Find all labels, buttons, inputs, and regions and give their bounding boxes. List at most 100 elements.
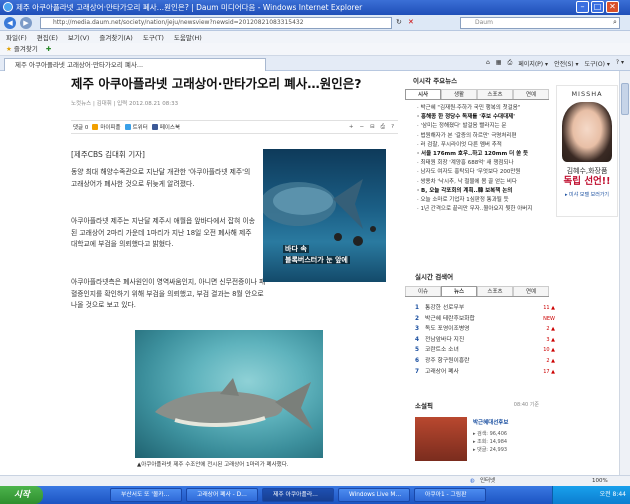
- tab-sports[interactable]: 스포츠: [477, 89, 513, 99]
- article-byline: 노컷뉴스 | 김대휘 | 입력 2012.08.21 08:33: [71, 101, 179, 107]
- task-button-active[interactable]: 제주 아쿠아플라…: [262, 488, 334, 502]
- address-input[interactable]: http://media.daum.net/society/nation/jej…: [40, 17, 392, 29]
- news-item[interactable]: · 러 검찰, 푸시라이엇 다른 멤버 추적: [417, 141, 561, 150]
- window-title: 제주 아쿠아플라넷 고래상어·만타가오리 폐사…원인은? | Daum 미디어다…: [16, 3, 363, 12]
- tools-menu[interactable]: 도구(O) ▾: [585, 59, 610, 68]
- favorites-label[interactable]: 즐겨찾기: [14, 45, 38, 53]
- top-news-heading: 이시각 주요뉴스: [413, 77, 458, 85]
- rank-item[interactable]: 3 독도 포영이조병영 2 ▲: [415, 324, 555, 335]
- menu-edit[interactable]: 편집(E): [37, 32, 58, 42]
- tab-life[interactable]: 생활: [441, 89, 477, 99]
- menu-tools[interactable]: 도구(T): [143, 32, 164, 42]
- forward-button[interactable]: ▶: [20, 17, 32, 29]
- mypeople-button[interactable]: 마이피플: [92, 123, 121, 131]
- zoom-level[interactable]: 100%: [592, 476, 608, 486]
- search-icon[interactable]: ⌕: [613, 18, 617, 27]
- home-icon[interactable]: ⌂: [486, 59, 490, 68]
- tab-entertain2[interactable]: 연예: [513, 286, 549, 296]
- menu-view[interactable]: 보기(V): [68, 32, 89, 42]
- rank-item[interactable]: 6 광주 항구원이흥란 2 ▲: [415, 356, 555, 367]
- tab-news[interactable]: 뉴스: [441, 286, 477, 296]
- refresh-icon[interactable]: ↻: [396, 18, 402, 26]
- rank-item[interactable]: 5 코란트소 소녀 10 ▲: [415, 345, 555, 356]
- photo2-caption: ▲아쿠아플라넷 제주 수조안에 전시된 고래상어 1마리가 폐사했다.: [137, 462, 289, 468]
- article-paragraph-3: 아쿠아플라넷측은 폐사원인이 영역싸움인지, 아니면 신무전증이나 패혈증인지를…: [71, 278, 266, 309]
- news-item[interactable]: · 쌍용차 '낙시추, 낙 철물에 몸 끌 얻는 비다: [417, 178, 561, 187]
- minimize-button[interactable]: –: [576, 1, 589, 13]
- help-menu[interactable]: ? ▾: [616, 59, 624, 68]
- news-item[interactable]: · B, 오늘 각포회의 계획..韓 보복책 논의: [417, 187, 561, 196]
- news-item[interactable]: · 홍해종 한 정당수 독재를 '후보 수대대제': [417, 113, 561, 122]
- zone-text: 인터넷: [480, 478, 496, 484]
- news-item[interactable]: · 1년 간격으로 끝리만 무자..뭘아요지 뭣한 아버지: [417, 205, 561, 214]
- novel-thumbnail[interactable]: [415, 417, 467, 461]
- tab-sisa[interactable]: 시사: [405, 89, 441, 99]
- ad-brand: MISSHA: [571, 90, 603, 98]
- print-icon[interactable]: ⎙: [507, 59, 512, 68]
- star-icon[interactable]: ★: [6, 45, 12, 53]
- task-button[interactable]: 부산서도 또 '몰카…: [110, 488, 182, 502]
- back-button[interactable]: ◀: [4, 17, 16, 29]
- clock[interactable]: 오전 8:44: [600, 491, 626, 498]
- whale-shark-photo: [135, 330, 323, 458]
- menu-help[interactable]: 도움말(H): [174, 32, 202, 42]
- realtime-search-heading: 실시간 검색어: [415, 273, 454, 281]
- facebook-icon: [151, 124, 158, 130]
- news-item[interactable]: · 남자도 여자도 홍탁되다 '무엇보다 200만원: [417, 168, 561, 177]
- tab-bar: 제주 아쿠아플라넷 고래상어·만타가오리 폐사... ⌂ ▦ ⎙ 페이지(P) …: [0, 56, 630, 71]
- email-button[interactable]: ⊟: [370, 124, 375, 131]
- status-bar: ◍ 인터넷 100%: [0, 475, 630, 486]
- tab-entertain[interactable]: 연예: [513, 89, 549, 99]
- ad-model-image: [562, 102, 612, 162]
- font-larger-button[interactable]: +: [349, 124, 354, 131]
- address-toolbar: ◀ ▶ http://media.daum.net/society/nation…: [0, 15, 630, 31]
- news-item[interactable]: · 법원해자가 본 '갈증의 하르만' 극명처리편: [417, 132, 561, 141]
- whale-shark-figure: [155, 378, 313, 430]
- safety-menu[interactable]: 안전(S) ▾: [554, 59, 578, 68]
- search-input[interactable]: Daum: [460, 17, 620, 29]
- missha-ad[interactable]: MISSHA 김혜수,화장품 독립 선언!! ▸ 미샤 모델 보러가기: [556, 85, 618, 217]
- tab-active[interactable]: 제주 아쿠아플라넷 고래상어·만타가오리 폐사...: [4, 58, 266, 71]
- maximize-button[interactable]: □: [591, 1, 604, 13]
- font-smaller-button[interactable]: −: [359, 124, 364, 131]
- ad-photo-aquarium[interactable]: 바다 속 블록버스터가 눈 앞에: [263, 149, 386, 282]
- close-button[interactable]: ✕: [606, 1, 619, 13]
- start-button[interactable]: 시작: [0, 486, 43, 504]
- mypeople-icon: [92, 124, 99, 130]
- print-button[interactable]: ⎙: [381, 124, 385, 131]
- menu-favorites[interactable]: 즐겨찾기(A): [99, 32, 132, 42]
- news-item[interactable]: · 서울 176mm 호우..하고 120mm 더 쏟 듯: [417, 150, 561, 159]
- facebook-button[interactable]: 페이스북: [151, 123, 180, 131]
- share-bar: 댓글 0 마이피플 트위터 페이스북 + − ⊟ ⎙ ?: [71, 120, 398, 134]
- stop-icon[interactable]: ✕: [408, 18, 414, 26]
- twitter-button[interactable]: 트위터: [124, 123, 148, 131]
- tab-issue[interactable]: 이슈: [405, 286, 441, 296]
- menu-file[interactable]: 파일(F): [6, 32, 27, 42]
- help-button[interactable]: ?: [391, 124, 394, 131]
- task-button[interactable]: 아쿠아1 - 그림판: [414, 488, 486, 502]
- comments-link[interactable]: 댓글 0: [73, 123, 88, 131]
- news-item[interactable]: · 박근혜 "김재원·주하가 국민 행복의 첫걸음": [417, 104, 561, 113]
- news-item[interactable]: · '삼미는 정해졌다' 발걸음 빨라지는 문: [417, 122, 561, 131]
- command-bar: ⌂ ▦ ⎙ 페이지(P) ▾ 안전(S) ▾ 도구(O) ▾ ? ▾: [486, 59, 624, 68]
- ie-logo-icon: [3, 2, 13, 12]
- vertical-scrollbar[interactable]: [619, 71, 630, 484]
- ad-link[interactable]: ▸ 미샤 모델 보러가기: [557, 191, 617, 198]
- tab-sports2[interactable]: 스포츠: [477, 286, 513, 296]
- rank-item[interactable]: 1 통강한 선로무부 11 ▲: [415, 303, 555, 314]
- rank-item[interactable]: 4 전남앞바다 지진 3 ▲: [415, 335, 555, 346]
- rank-item[interactable]: 7 고래상어 폐사 17 ▲: [415, 367, 555, 378]
- novel-title[interactable]: 박근혜대선후보: [473, 418, 508, 426]
- ad-headline: 독립 선언!!: [563, 176, 611, 187]
- scroll-thumb[interactable]: [621, 83, 629, 115]
- news-item[interactable]: · 오늘 소마로 기업자 1심판정 통과될 듯: [417, 196, 561, 205]
- task-button[interactable]: Windows Live M…: [338, 488, 410, 502]
- news-item[interactable]: · 최태원 회장 '계양흥 688억' 새 쟁점되나: [417, 159, 561, 168]
- taskbar: 시작 부산서도 또 '몰카… 고래상어 폐사 - D… 제주 아쿠아플라… Wi…: [0, 486, 630, 504]
- rank-item[interactable]: 2 박근혜 테란후보화합 NEW: [415, 314, 555, 325]
- favorites-bar: ★ 즐겨찾기 ✚: [0, 43, 630, 56]
- feeds-icon[interactable]: ▦: [496, 59, 502, 68]
- page-menu[interactable]: 페이지(P) ▾: [518, 59, 548, 68]
- task-button[interactable]: 고래상어 폐사 - D…: [186, 488, 258, 502]
- add-favorite-icon[interactable]: ✚: [46, 45, 51, 53]
